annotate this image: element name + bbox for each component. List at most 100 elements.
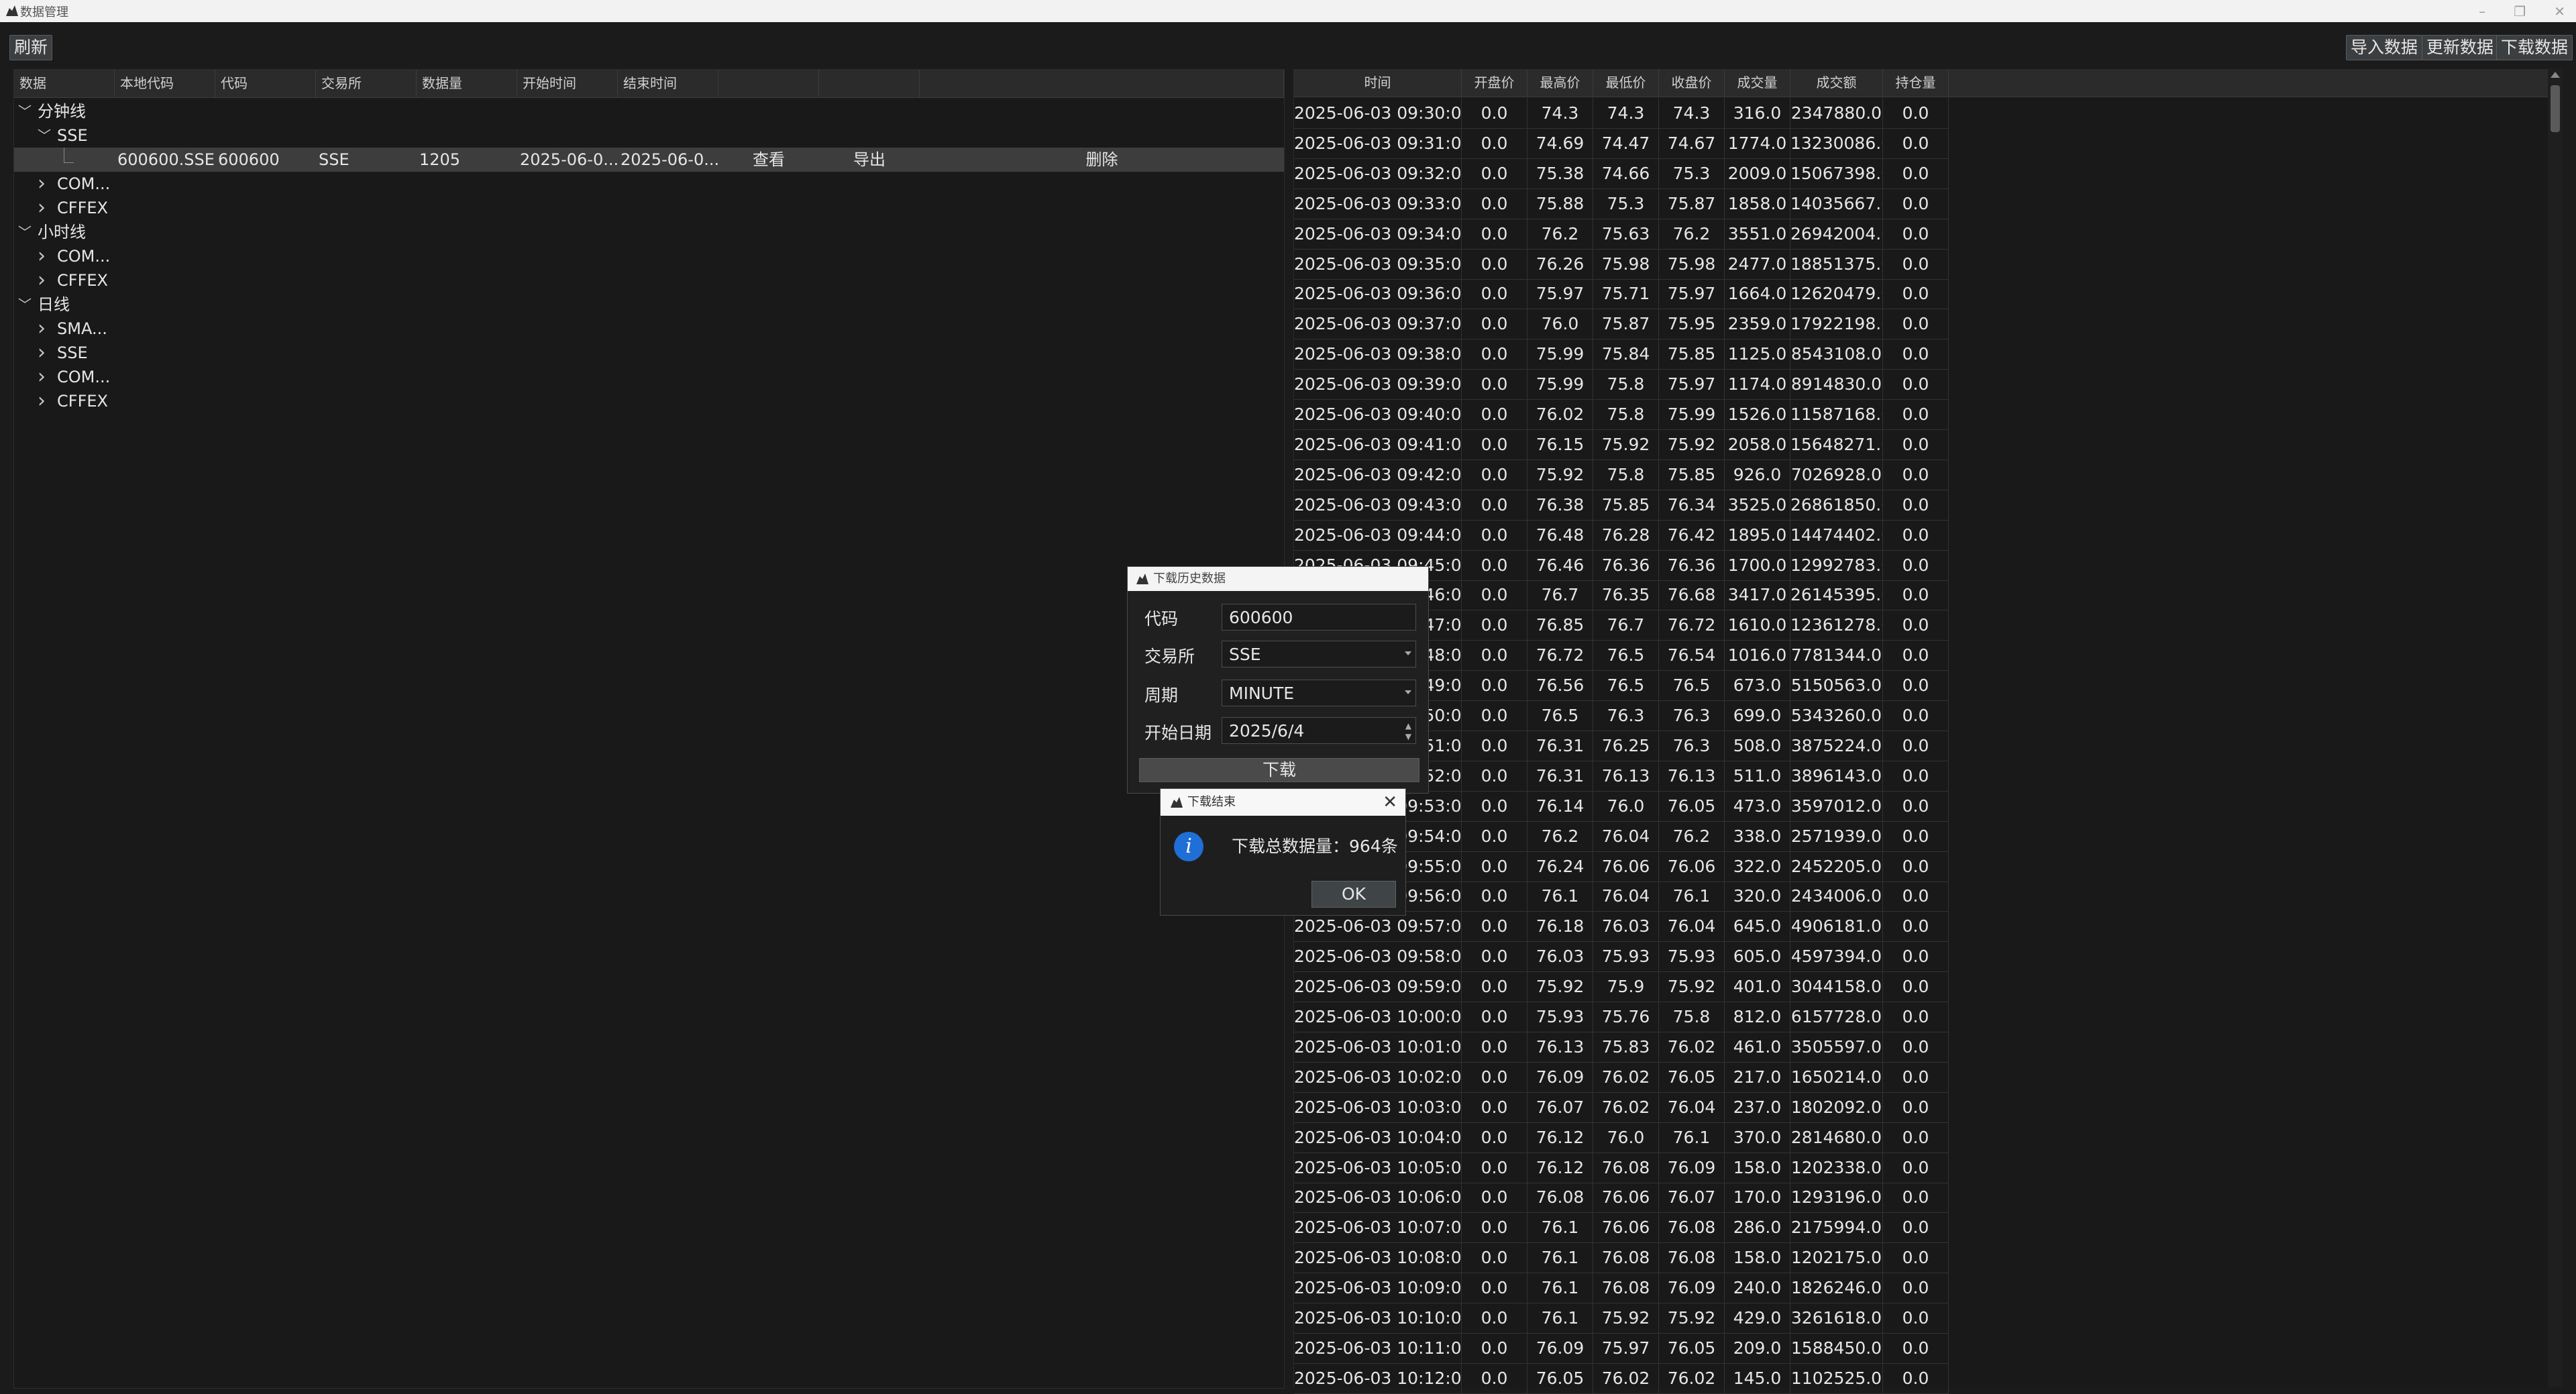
table-row[interactable]: 2025-06-03 09:42:00 0.0 75.92 75.8 75.85 926.… (1294, 459, 1949, 490)
tree-header-cell[interactable] (920, 70, 1284, 97)
table-row[interactable]: 2025-06-03 09:57:00 0.0 76.18 76.03 76.04 645… (1294, 911, 1949, 943)
table-row[interactable]: 2025-06-03 10:11:00 0.0 76.09 75.97 76.05 209… (1294, 1332, 1949, 1364)
tree-header-cell[interactable]: 数据量 (417, 70, 517, 97)
table-row[interactable]: 2025-06-03 09:40:00 0.0 76.02 75.8 75.99 1526… (1294, 399, 1949, 430)
tree-node-row[interactable]: › SSE (14, 341, 1284, 365)
tree-header-cell[interactable]: 结束时间 (618, 70, 718, 97)
table-row[interactable]: 2025-06-03 09:36:00 0.0 75.97 75.71 75.97 166… (1294, 278, 1949, 310)
tree-header-cell[interactable]: 开始时间 (517, 70, 618, 97)
close-icon[interactable]: ✕ (1383, 789, 1397, 816)
scroll-thumb[interactable] (2551, 85, 2560, 132)
table-row[interactable]: 2025-06-03 09:38:00 0.0 75.99 75.84 75.85 112… (1294, 339, 1949, 370)
tree-leaf-row[interactable]: 600600.SSE 600600 SSE 1205 2025-06-0... 2025-… (14, 148, 1284, 172)
interval-select[interactable]: MINUTE (1222, 680, 1416, 706)
table-row[interactable]: 2025-06-03 09:31:00 0.0 74.69 74.47 74.67 177… (1294, 127, 1949, 159)
delete-button[interactable]: 删除 (920, 148, 1284, 172)
tree-node-row[interactable]: › CFFEX (14, 268, 1284, 292)
table-row[interactable]: 2025-06-03 10:00:00 0.0 75.93 75.76 75.8 812.… (1294, 1002, 1949, 1032)
table-row[interactable]: 2025-06-03 10:08:00 0.0 76.1 76.08 76.08 158.… (1294, 1242, 1949, 1274)
table-header-cell[interactable]: 最高价 (1527, 69, 1593, 97)
code-input[interactable]: 600600 (1222, 604, 1416, 631)
tree-node-row[interactable]: ﹀ 日线 (14, 292, 1284, 317)
low-cell: 75.8 (1593, 369, 1659, 400)
table-row[interactable]: 2025-06-03 10:02:00 0.0 76.09 76.02 76.05 217… (1294, 1061, 1949, 1093)
table-row[interactable]: 2025-06-03 09:35:00 0.0 76.26 75.98 75.98 247… (1294, 248, 1949, 280)
table-row[interactable]: 2025-06-03 09:44:00 0.0 76.48 76.28 76.42 189… (1294, 519, 1949, 551)
start-date-input[interactable]: 2025/6/4 ▲ ▼ (1222, 717, 1416, 744)
spin-down-icon[interactable]: ▼ (1405, 733, 1411, 741)
tree-node-row[interactable]: › COM... (14, 244, 1284, 268)
tree-node-row[interactable]: › COM... (14, 365, 1284, 389)
tree-header-cell[interactable]: 数据 (14, 70, 115, 97)
update-data-button[interactable]: 更新数据 (2422, 35, 2499, 60)
table-row[interactable]: 2025-06-03 10:10:00 0.0 76.1 75.92 75.92 429.… (1294, 1303, 1949, 1334)
chevron-right-icon[interactable]: › (38, 268, 46, 292)
table-row[interactable]: 2025-06-03 09:58:00 0.0 76.03 75.93 75.93 605… (1294, 941, 1949, 973)
maximize-icon[interactable]: ❐ (2514, 3, 2526, 19)
chevron-right-icon[interactable]: › (38, 317, 46, 341)
chevron-down-icon[interactable]: ﹀ (18, 220, 32, 244)
close-icon[interactable]: ✕ (2554, 3, 2565, 19)
table-row[interactable]: 2025-06-03 10:05:00 0.0 76.12 76.08 76.09 158… (1294, 1152, 1949, 1183)
exchange-select[interactable]: SSE (1222, 641, 1416, 667)
table-row[interactable]: 2025-06-03 09:39:00 0.0 75.99 75.8 75.97 1174… (1294, 369, 1949, 400)
table-row[interactable]: 2025-06-03 10:03:00 0.0 76.07 76.02 76.04 237… (1294, 1091, 1949, 1123)
tree-header-cell[interactable]: 本地代码 (115, 70, 215, 97)
download-button[interactable]: 下载 (1139, 758, 1419, 782)
refresh-button[interactable]: 刷新 (9, 35, 53, 60)
scroll-up-icon[interactable] (2551, 72, 2560, 78)
table-row[interactable]: 2025-06-03 10:06:00 0.0 76.08 76.06 76.07 170… (1294, 1182, 1949, 1214)
table-row[interactable]: 2025-06-03 10:12:00 0.0 76.05 76.02 76.02 145… (1294, 1362, 1949, 1394)
table-row[interactable]: 2025-06-03 10:07:00 0.0 76.1 76.06 76.08 286.… (1294, 1212, 1949, 1244)
download-data-button[interactable]: 下载数据 (2496, 35, 2573, 60)
tree-header-cell[interactable]: 代码 (215, 70, 316, 97)
table-row[interactable]: 2025-06-03 09:34:00 0.0 76.2 75.63 76.2 3551.… (1294, 218, 1949, 250)
table-row[interactable]: 2025-06-03 09:43:00 0.0 76.38 75.85 76.34 352… (1294, 489, 1949, 521)
table-row[interactable]: 2025-06-03 09:30:00 0.0 74.3 74.3 74.3 316.0 2… (1294, 98, 1949, 129)
import-data-button[interactable]: 导入数据 (2346, 35, 2423, 60)
minimize-icon[interactable]: – (2479, 3, 2485, 19)
table-header-cell[interactable]: 收盘价 (1659, 69, 1725, 97)
table-scrollbar[interactable] (2548, 69, 2563, 1387)
chevron-down-icon[interactable] (1405, 651, 1411, 655)
export-button[interactable]: 导出 (819, 148, 920, 172)
spin-up-icon[interactable]: ▲ (1405, 722, 1411, 730)
chevron-down-icon[interactable]: ﹀ (38, 123, 51, 148)
table-row[interactable]: 2025-06-03 09:37:00 0.0 76.0 75.87 75.95 2359… (1294, 309, 1949, 340)
chevron-down-icon[interactable] (1405, 690, 1411, 694)
table-row[interactable]: 2025-06-03 09:41:00 0.0 76.15 75.92 75.92 205… (1294, 429, 1949, 460)
tree-header-cell[interactable]: 交易所 (316, 70, 417, 97)
chevron-right-icon[interactable]: › (38, 365, 46, 389)
table-header-cell[interactable]: 成交量 (1725, 69, 1790, 97)
table-row[interactable]: 2025-06-03 09:33:00 0.0 75.88 75.3 75.87 1858… (1294, 188, 1949, 219)
chevron-right-icon[interactable]: › (38, 196, 46, 220)
table-row[interactable]: 2025-06-03 09:32:00 0.0 75.38 74.66 75.3 2009… (1294, 158, 1949, 189)
table-row[interactable]: 2025-06-03 10:04:00 0.0 76.12 76.0 76.1 370.0… (1294, 1122, 1949, 1153)
table-header-cell[interactable]: 最低价 (1593, 69, 1659, 97)
chevron-right-icon[interactable]: › (38, 389, 46, 413)
chevron-down-icon[interactable]: ﹀ (18, 292, 32, 317)
table-row[interactable]: 2025-06-03 09:59:00 0.0 75.92 75.9 75.92 401.… (1294, 971, 1949, 1003)
table-header-cell[interactable]: 时间 (1294, 69, 1462, 97)
table-row[interactable]: 2025-06-03 10:01:00 0.0 76.13 75.83 76.02 461… (1294, 1031, 1949, 1063)
chevron-right-icon[interactable]: › (38, 341, 46, 365)
tree-header-cell[interactable] (718, 70, 819, 97)
chevron-down-icon[interactable]: ﹀ (18, 99, 32, 123)
table-header-cell[interactable]: 成交额 (1790, 69, 1883, 97)
tree-node-row[interactable]: ﹀ 小时线 (14, 220, 1284, 244)
table-header-cell[interactable]: 持仓量 (1883, 69, 1949, 97)
table-row[interactable]: 2025-06-03 10:09:00 0.0 76.1 76.08 76.09 240.… (1294, 1273, 1949, 1304)
tree-node-row[interactable]: › COM... (14, 172, 1284, 196)
tree-node-row[interactable]: ﹀ SSE (14, 123, 1284, 148)
tree-header-cell[interactable] (819, 70, 920, 97)
high-cell: 76.1 (1527, 1212, 1593, 1243)
tree-node-row[interactable]: ﹀ 分钟线 (14, 99, 1284, 123)
view-button[interactable]: 查看 (718, 148, 819, 172)
chevron-right-icon[interactable]: › (38, 172, 46, 196)
tree-node-row[interactable]: › SMA... (14, 317, 1284, 341)
tree-node-row[interactable]: › CFFEX (14, 196, 1284, 220)
tree-node-row[interactable]: › CFFEX (14, 389, 1284, 413)
ok-button[interactable]: OK (1311, 881, 1396, 908)
table-header-cell[interactable]: 开盘价 (1462, 69, 1527, 97)
chevron-right-icon[interactable]: › (38, 244, 46, 268)
